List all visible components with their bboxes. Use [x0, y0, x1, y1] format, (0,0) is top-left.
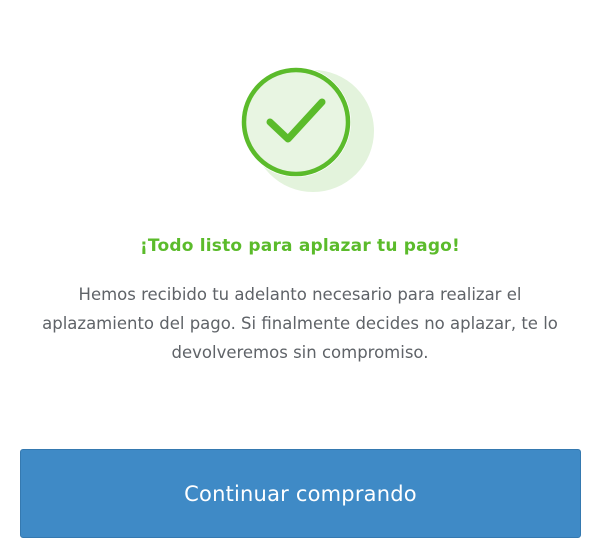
- continue-shopping-button[interactable]: Continuar comprando: [20, 449, 581, 538]
- confirmation-message: Hemos recibido tu adelanto necesario par…: [42, 285, 558, 362]
- check-circle-icon: [226, 60, 378, 200]
- confirmation-title: ¡Todo listo para aplazar tu pago!: [139, 236, 461, 256]
- confirmation-card: ¡Todo listo para aplazar tu pago! Hemos …: [0, 0, 600, 558]
- continue-shopping-label: Continuar comprando: [184, 481, 417, 506]
